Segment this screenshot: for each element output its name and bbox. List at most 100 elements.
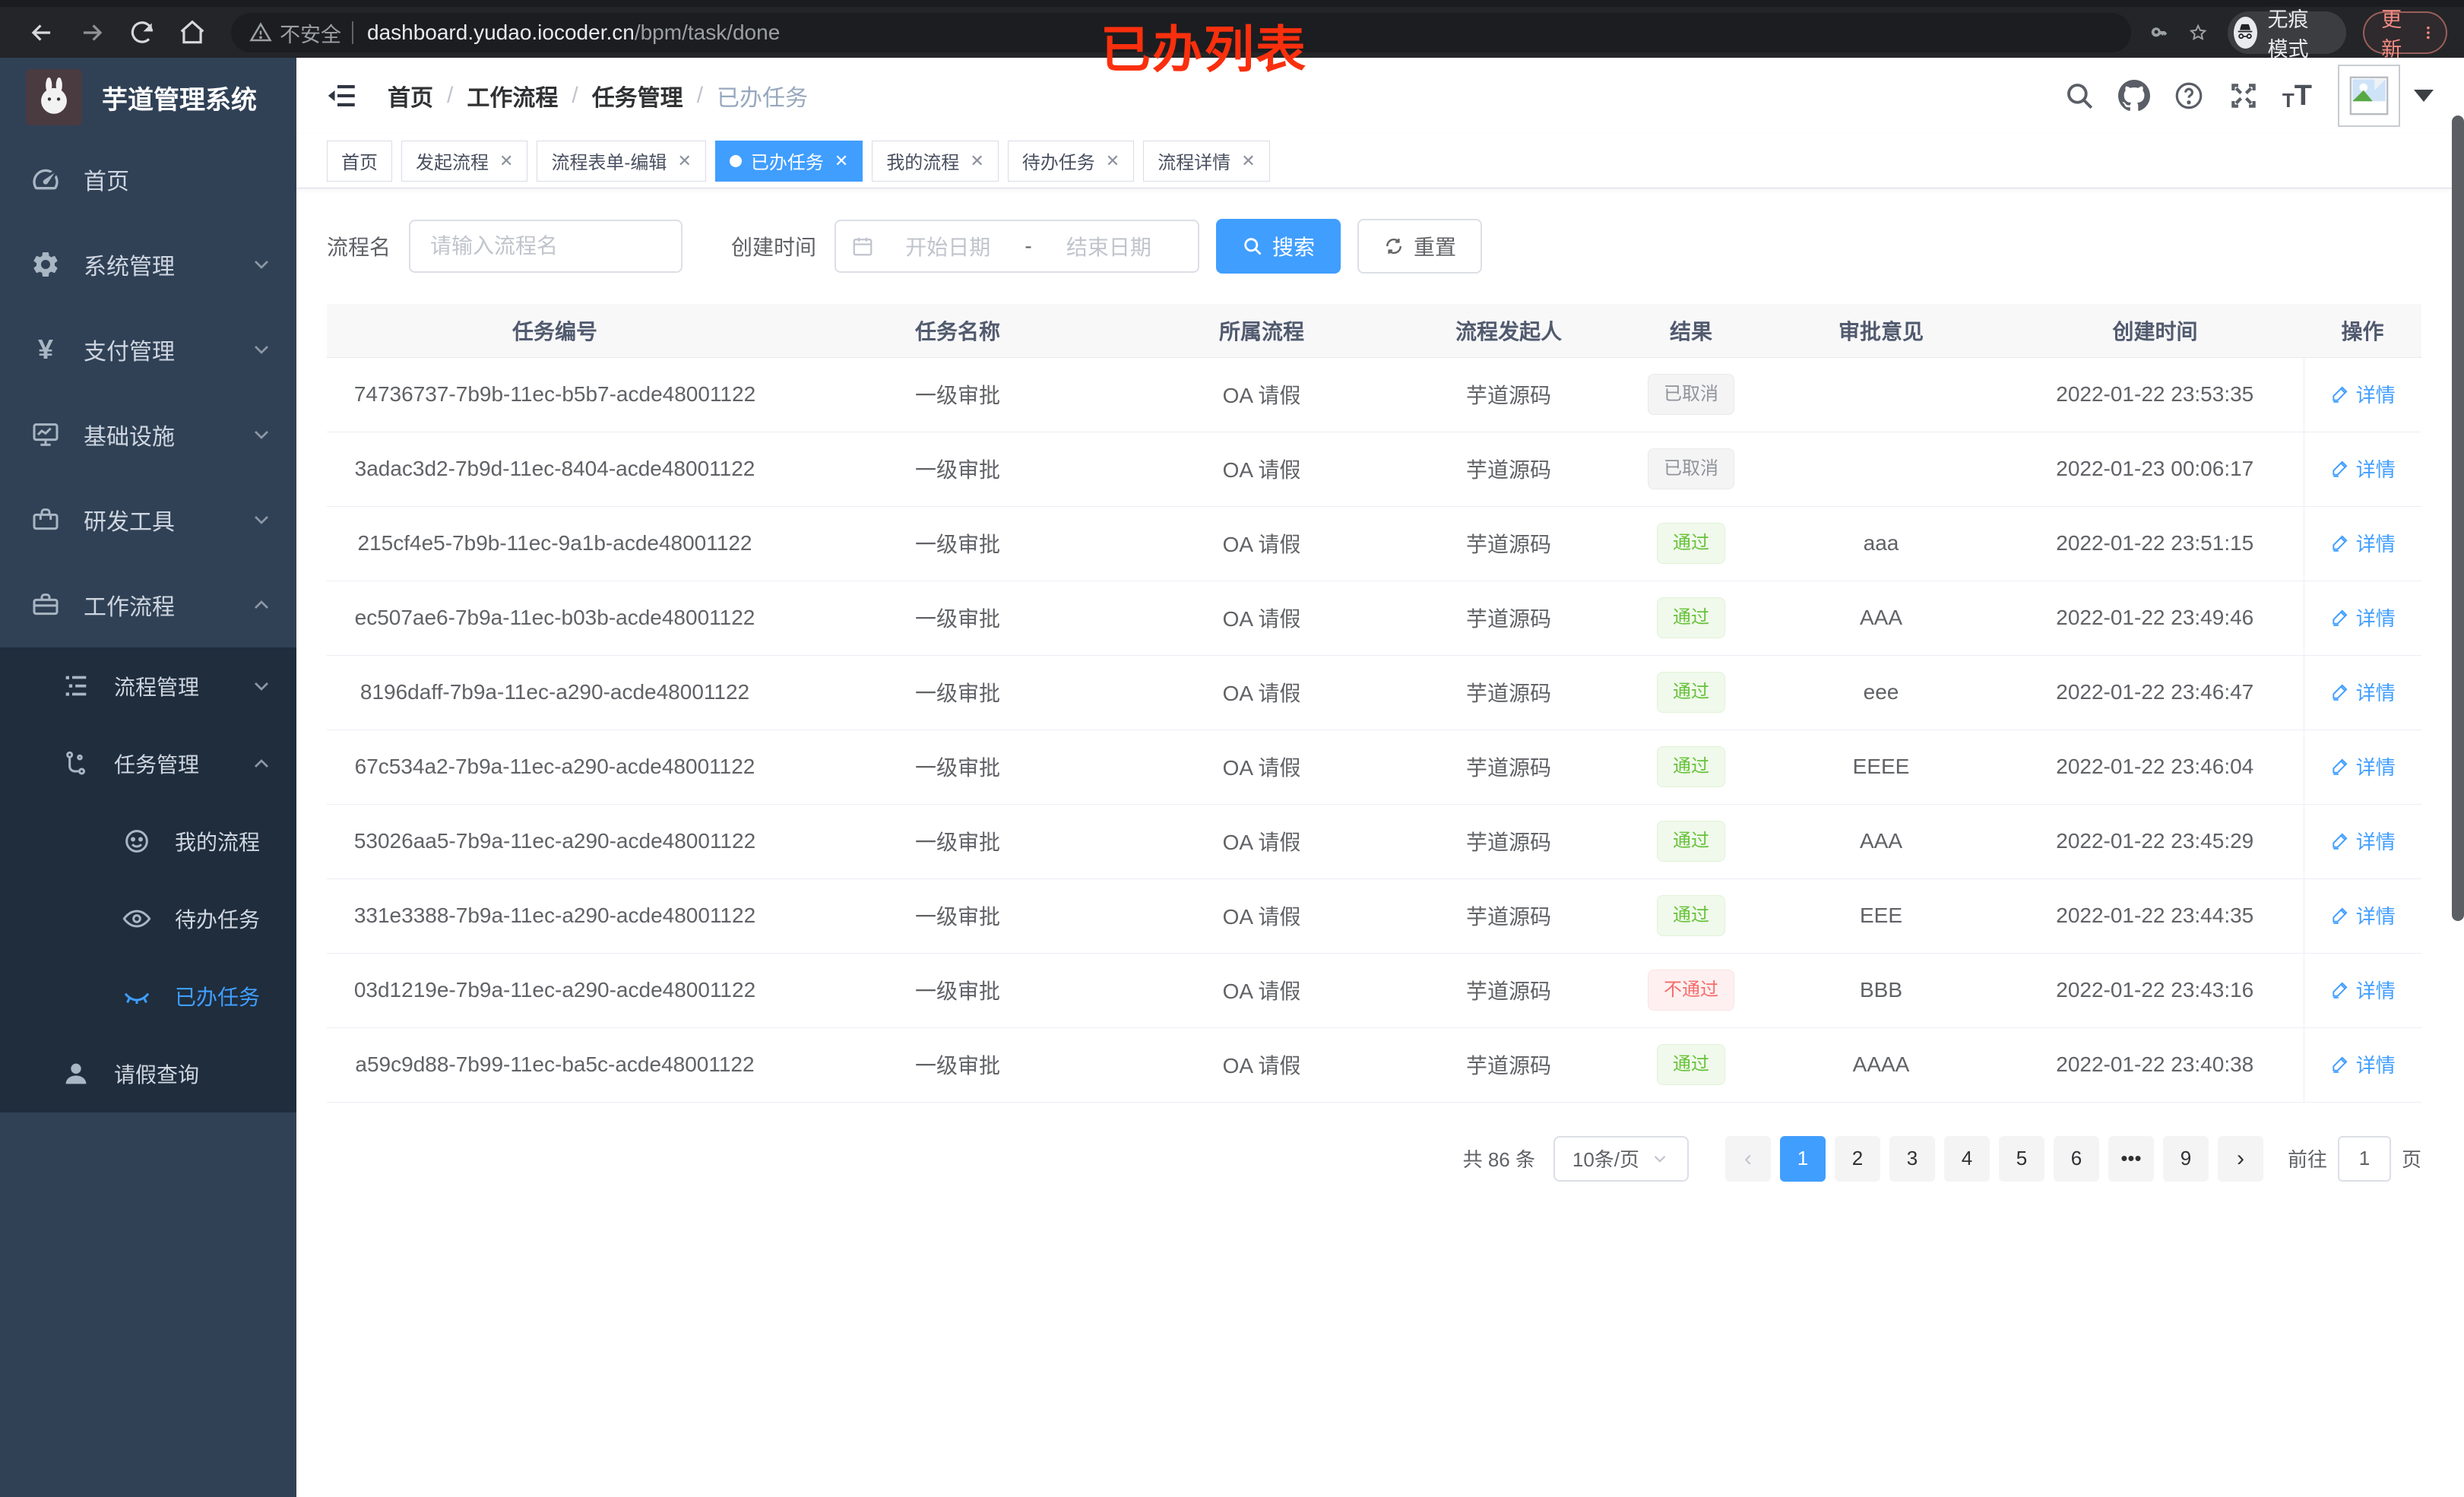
page-button[interactable]: 1	[1779, 1135, 1826, 1182]
edit-pencil-icon	[2333, 460, 2348, 478]
forward-icon[interactable]	[78, 18, 106, 47]
cell-actions: 详情	[2303, 953, 2421, 1028]
table-row: 53026aa5-7b9a-11ec-a290-acde48001122 一级审…	[327, 804, 2421, 879]
detail-link[interactable]: 详情	[2330, 603, 2396, 631]
breadcrumb-workflow[interactable]: 工作流程	[467, 79, 558, 112]
breadcrumb-home[interactable]: 首页	[388, 79, 433, 112]
sidebar-item-payment[interactable]: ¥ 支付管理	[0, 307, 296, 392]
view-tab[interactable]: 流程表单-编辑 ✕	[537, 140, 706, 182]
detail-link[interactable]: 详情	[2330, 752, 2396, 780]
cell-starter: 芋道源码	[1391, 953, 1626, 1028]
sidebar-item-label: 研发工具	[84, 510, 175, 535]
detail-link[interactable]: 详情	[2330, 901, 2396, 929]
cell-actions: 详情	[2303, 804, 2421, 879]
sidebar-item-workflow[interactable]: 工作流程	[0, 562, 296, 647]
tab-close-icon[interactable]: ✕	[970, 152, 983, 169]
sidebar-item-leave-query[interactable]: 请假查询	[0, 1035, 296, 1112]
sidebar-item-dev-tools[interactable]: 研发工具	[0, 477, 296, 562]
tab-close-icon[interactable]: ✕	[677, 152, 691, 169]
flow-branch-icon	[61, 748, 91, 779]
page-scrollbar-thumb[interactable]	[2452, 116, 2464, 921]
page-header: 首页 / 工作流程 / 任务管理 / 已办任务 TT	[296, 58, 2464, 134]
page-button[interactable]: 3	[1889, 1135, 1935, 1182]
detail-link[interactable]: 详情	[2330, 454, 2396, 483]
reset-button[interactable]: 重置	[1357, 219, 1483, 274]
sidebar-item-todo-tasks[interactable]: 待办任务	[0, 880, 296, 957]
tab-close-icon[interactable]: ✕	[835, 152, 848, 169]
sidebar-item-done-tasks[interactable]: 已办任务	[0, 957, 296, 1035]
sidebar-item-infrastructure[interactable]: 基础设施	[0, 392, 296, 477]
fullscreen-icon[interactable]	[2228, 80, 2260, 112]
detail-link[interactable]: 详情	[2330, 976, 2396, 1004]
password-key-icon[interactable]	[2151, 21, 2169, 45]
back-icon[interactable]	[27, 18, 56, 47]
next-page-button[interactable]: ›	[2217, 1135, 2263, 1182]
detail-link[interactable]: 详情	[2330, 827, 2396, 855]
avatar[interactable]	[2338, 65, 2400, 127]
view-tab[interactable]: 发起流程 ✕	[401, 140, 528, 182]
view-tab[interactable]: 待办任务 ✕	[1007, 140, 1135, 182]
detail-link[interactable]: 详情	[2330, 1050, 2396, 1078]
app-logo-row[interactable]: 芋道管理系统	[0, 58, 296, 137]
page-button[interactable]: 5	[1998, 1135, 2044, 1182]
sidebar-item-system[interactable]: 系统管理	[0, 222, 296, 307]
help-icon[interactable]	[2173, 80, 2205, 112]
cell-create-time: 2022-01-23 00:06:17	[2006, 432, 2304, 507]
page-button[interactable]: 4	[1943, 1135, 1990, 1182]
breadcrumb-task-mgmt[interactable]: 任务管理	[592, 79, 683, 112]
page-button[interactable]: •••	[2108, 1135, 2154, 1182]
chevron-down-icon	[1654, 1155, 1666, 1163]
cell-comment: AAA	[1756, 804, 2006, 879]
divider	[352, 21, 353, 44]
sidebar-item-home[interactable]: 首页	[0, 137, 296, 222]
edit-pencil-icon	[2333, 684, 2348, 701]
page-size-select[interactable]: 10条/页	[1553, 1135, 1689, 1182]
github-icon[interactable]	[2117, 80, 2150, 112]
sidebar-item-my-process[interactable]: 我的流程	[0, 802, 296, 880]
page-button[interactable]: 2	[1834, 1135, 1880, 1182]
bookmark-star-icon[interactable]	[2189, 21, 2207, 45]
sidebar-item-task-mgmt[interactable]: 任务管理	[0, 725, 296, 802]
result-badge: 通过	[1657, 523, 1725, 564]
sidebar-item-process-mgmt[interactable]: 流程管理	[0, 647, 296, 725]
browser-menu-icon[interactable]	[2420, 21, 2437, 44]
detail-link[interactable]: 详情	[2330, 678, 2396, 706]
tab-close-icon[interactable]: ✕	[1106, 152, 1120, 169]
edit-pencil-icon	[2333, 982, 2348, 999]
cell-task-name: 一级审批	[783, 1027, 1132, 1103]
process-name-input[interactable]	[409, 220, 683, 273]
view-tab[interactable]: 流程详情 ✕	[1143, 140, 1270, 182]
search-icon[interactable]	[2063, 80, 2095, 112]
chevron-down-icon	[255, 431, 268, 439]
tab-close-icon[interactable]: ✕	[499, 152, 513, 169]
cell-starter: 芋道源码	[1391, 581, 1626, 656]
avatar-dropdown-caret[interactable]	[2414, 90, 2434, 102]
sidebar-item-label: 系统管理	[84, 255, 175, 280]
table-row: 67c534a2-7b9a-11ec-a290-acde48001122 一级审…	[327, 730, 2421, 805]
prev-page-button[interactable]: ‹	[1724, 1135, 1771, 1182]
sidebar-collapse-icon[interactable]	[327, 80, 359, 112]
page-button[interactable]: 9	[2162, 1135, 2209, 1182]
search-button[interactable]: 搜索	[1216, 219, 1341, 274]
cell-task-id: 53026aa5-7b9a-11ec-a290-acde48001122	[327, 804, 783, 879]
toolbox-icon	[30, 505, 61, 535]
reload-icon[interactable]	[128, 18, 157, 47]
end-date-input[interactable]: 结束日期	[1035, 231, 1183, 261]
tab-close-icon[interactable]: ✕	[1241, 152, 1255, 169]
start-date-input[interactable]: 开始日期	[874, 231, 1021, 261]
view-tab[interactable]: 已办任务 ✕	[714, 140, 863, 182]
view-tab[interactable]: 我的流程 ✕	[872, 140, 999, 182]
edit-pencil-icon	[2333, 609, 2348, 627]
sidebar-item-label: 已办任务	[175, 986, 261, 1009]
cell-actions: 详情	[2303, 506, 2421, 581]
font-size-icon[interactable]: TT	[2282, 81, 2312, 110]
detail-link[interactable]: 详情	[2330, 380, 2396, 408]
goto-page-input[interactable]	[2337, 1135, 2391, 1182]
view-tab[interactable]: 首页	[327, 140, 392, 182]
page-button[interactable]: 6	[2053, 1135, 2099, 1182]
update-button[interactable]: 更新	[2363, 8, 2447, 61]
home-icon[interactable]	[178, 18, 207, 47]
cell-create-time: 2022-01-22 23:44:35	[2006, 878, 2304, 954]
date-range-picker[interactable]: 开始日期 - 结束日期	[835, 220, 1200, 273]
detail-link[interactable]: 详情	[2330, 529, 2396, 557]
